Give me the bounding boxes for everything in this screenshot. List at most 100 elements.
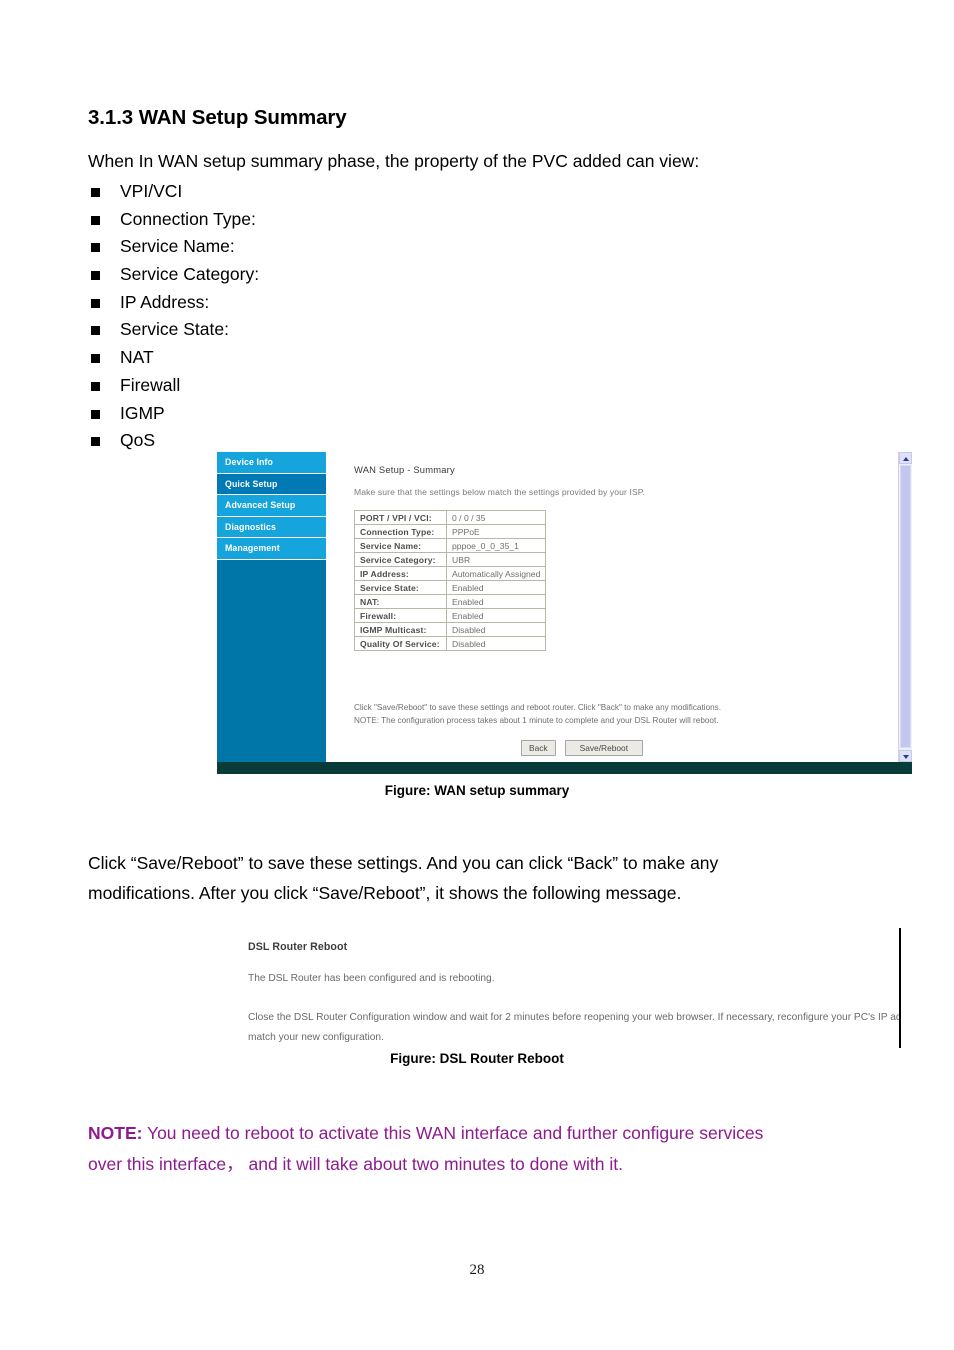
list-item-label: Firewall xyxy=(120,374,181,395)
bullet-square-icon xyxy=(91,298,100,308)
list-item-label: Service Name: xyxy=(120,236,235,257)
pane-title: WAN Setup - Summary xyxy=(354,464,455,475)
reboot-instructions: Close the DSL Router Configuration windo… xyxy=(248,1008,899,1048)
chevron-down-icon[interactable] xyxy=(899,750,912,762)
document-page: 3.1.3 WAN Setup Summary When In WAN setu… xyxy=(0,0,954,1350)
table-row: Connection Type: PPPoE xyxy=(354,524,547,539)
table-row: NAT: Enabled xyxy=(354,594,547,609)
page-number: 28 xyxy=(469,1262,485,1278)
table-cell-value: pppoe_0_0_35_1 xyxy=(445,538,547,553)
table-cell-label: Connection Type: xyxy=(354,524,447,539)
note-label: NOTE: xyxy=(88,1123,143,1143)
table-cell-value: Enabled xyxy=(445,580,547,595)
bullet-square-icon xyxy=(91,188,100,197)
router-content-pane: WAN Setup - Summary Make sure that the s… xyxy=(326,452,912,762)
sidebar-item-advanced-setup[interactable]: Advanced Setup xyxy=(217,495,326,517)
figure-wan-setup-summary: Device Info Quick Setup Advanced Setup D… xyxy=(217,452,912,777)
bullet-square-icon xyxy=(91,271,100,281)
pane-instructions: Click "Save/Reboot" to save these settin… xyxy=(354,702,721,727)
sidebar-item-label: Management xyxy=(225,543,280,553)
page-title: 3.1.3 WAN Setup Summary xyxy=(88,106,347,129)
figure-caption-wan-setup: Figure: WAN setup summary xyxy=(384,783,570,798)
table-row: Service State: Enabled xyxy=(354,580,547,595)
list-item: IP Address: xyxy=(88,289,259,317)
table-row: Quality Of Service: Disabled xyxy=(354,636,547,651)
vertical-scrollbar[interactable] xyxy=(898,452,912,762)
list-item: NAT xyxy=(88,344,259,372)
list-item: Connection Type: xyxy=(88,206,259,234)
list-item-label: Connection Type: xyxy=(120,208,256,229)
table-cell-label: Service Category: xyxy=(354,552,447,567)
pane-button-row: Back Save/Reboot xyxy=(521,740,644,756)
table-cell-value: 0 / 0 / 35 xyxy=(445,510,547,525)
pane-subtitle: Make sure that the settings below match … xyxy=(354,487,645,497)
sidebar-item-device-info[interactable]: Device Info xyxy=(217,452,326,474)
bullet-square-icon xyxy=(91,326,100,336)
body-paragraph-line2: modifications. After you click “Save/Reb… xyxy=(88,883,682,903)
table-cell-label: IGMP Multicast: xyxy=(354,622,447,637)
body-paragraph: Click “Save/Reboot” to save these settin… xyxy=(88,848,866,908)
router-footer-bar xyxy=(217,762,912,774)
bullet-square-icon xyxy=(91,215,100,225)
table-cell-value: Disabled xyxy=(445,622,547,637)
list-item: Service Category: xyxy=(88,261,259,289)
sidebar-item-management[interactable]: Management xyxy=(217,538,326,560)
bullet-square-icon xyxy=(91,354,100,364)
reboot-title: DSL Router Reboot xyxy=(248,941,348,953)
sidebar-filler xyxy=(217,560,326,762)
back-button[interactable]: Back xyxy=(521,740,556,756)
table-cell-value: Enabled xyxy=(445,608,547,623)
table-cell-value: Automatically Assigned xyxy=(445,566,547,581)
table-cell-label: NAT: xyxy=(354,594,447,609)
list-item-label: QoS xyxy=(120,430,156,451)
scrollbar-thumb[interactable] xyxy=(900,465,911,748)
list-item-label: Service State: xyxy=(120,319,229,340)
sidebar-item-label: Diagnostics xyxy=(225,521,276,532)
bullet-square-icon xyxy=(91,409,100,419)
list-item: Service State: xyxy=(88,316,259,344)
pane-instructions-line2: NOTE: The configuration process takes ab… xyxy=(354,715,719,725)
table-row: IP Address: Automatically Assigned xyxy=(354,566,547,581)
bullet-square-icon xyxy=(91,437,100,447)
note-block: NOTE: You need to reboot to activate thi… xyxy=(88,1118,866,1180)
table-cell-label: Firewall: xyxy=(354,608,447,623)
body-paragraph-line1: Click “Save/Reboot” to save these settin… xyxy=(88,853,719,873)
wan-summary-table: PORT / VPI / VCI: 0 / 0 / 35 Connection T… xyxy=(354,510,547,651)
list-item: Firewall xyxy=(88,372,259,400)
table-row: Service Category: UBR xyxy=(354,552,547,567)
table-cell-label: Quality Of Service: xyxy=(354,636,447,651)
sidebar-item-label: Device Info xyxy=(225,457,274,467)
table-cell-value: PPPoE xyxy=(445,524,547,539)
sidebar-item-quick-setup[interactable]: Quick Setup xyxy=(217,473,326,495)
list-item: Service Name: xyxy=(88,233,259,261)
property-bullet-list: VPI/VCI Connection Type: Service Name: S… xyxy=(88,178,259,455)
list-item: IGMP xyxy=(88,400,259,428)
sidebar-item-label: Quick Setup xyxy=(225,478,278,489)
reboot-instructions-line1: Close the DSL Router Configuration windo… xyxy=(248,1012,829,1023)
table-cell-value: Disabled xyxy=(445,636,547,651)
table-cell-label: Service Name: xyxy=(354,538,447,553)
table-row: IGMP Multicast: Disabled xyxy=(354,622,547,637)
table-cell-label: Service State: xyxy=(354,580,447,595)
note-line2: over this interface， and it will take ab… xyxy=(88,1154,623,1174)
intro-paragraph: When In WAN setup summary phase, the pro… xyxy=(88,151,700,171)
bullet-square-icon xyxy=(91,381,100,391)
table-cell-value: Enabled xyxy=(445,594,547,609)
list-item-label: NAT xyxy=(120,347,154,368)
table-cell-label: PORT / VPI / VCI: xyxy=(354,510,447,525)
chevron-up-icon[interactable] xyxy=(899,452,912,464)
reboot-status-text: The DSL Router has been configured and i… xyxy=(248,973,495,984)
list-item-label: VPI/VCI xyxy=(120,181,183,201)
list-item-label: IGMP xyxy=(120,402,165,423)
table-row: Service Name: pppoe_0_0_35_1 xyxy=(354,538,547,553)
sidebar-item-label: Advanced Setup xyxy=(225,500,296,510)
table-cell-label: IP Address: xyxy=(354,566,447,581)
bullet-square-icon xyxy=(91,243,100,253)
table-row: Firewall: Enabled xyxy=(354,608,547,623)
save-reboot-button[interactable]: Save/Reboot xyxy=(564,740,644,756)
list-item: VPI/VCI xyxy=(88,178,259,206)
table-cell-value: UBR xyxy=(445,552,547,567)
sidebar-item-diagnostics[interactable]: Diagnostics xyxy=(217,516,326,538)
note-line1: You need to reboot to activate this WAN … xyxy=(147,1123,764,1143)
list-item-label: Service Category: xyxy=(120,264,260,285)
